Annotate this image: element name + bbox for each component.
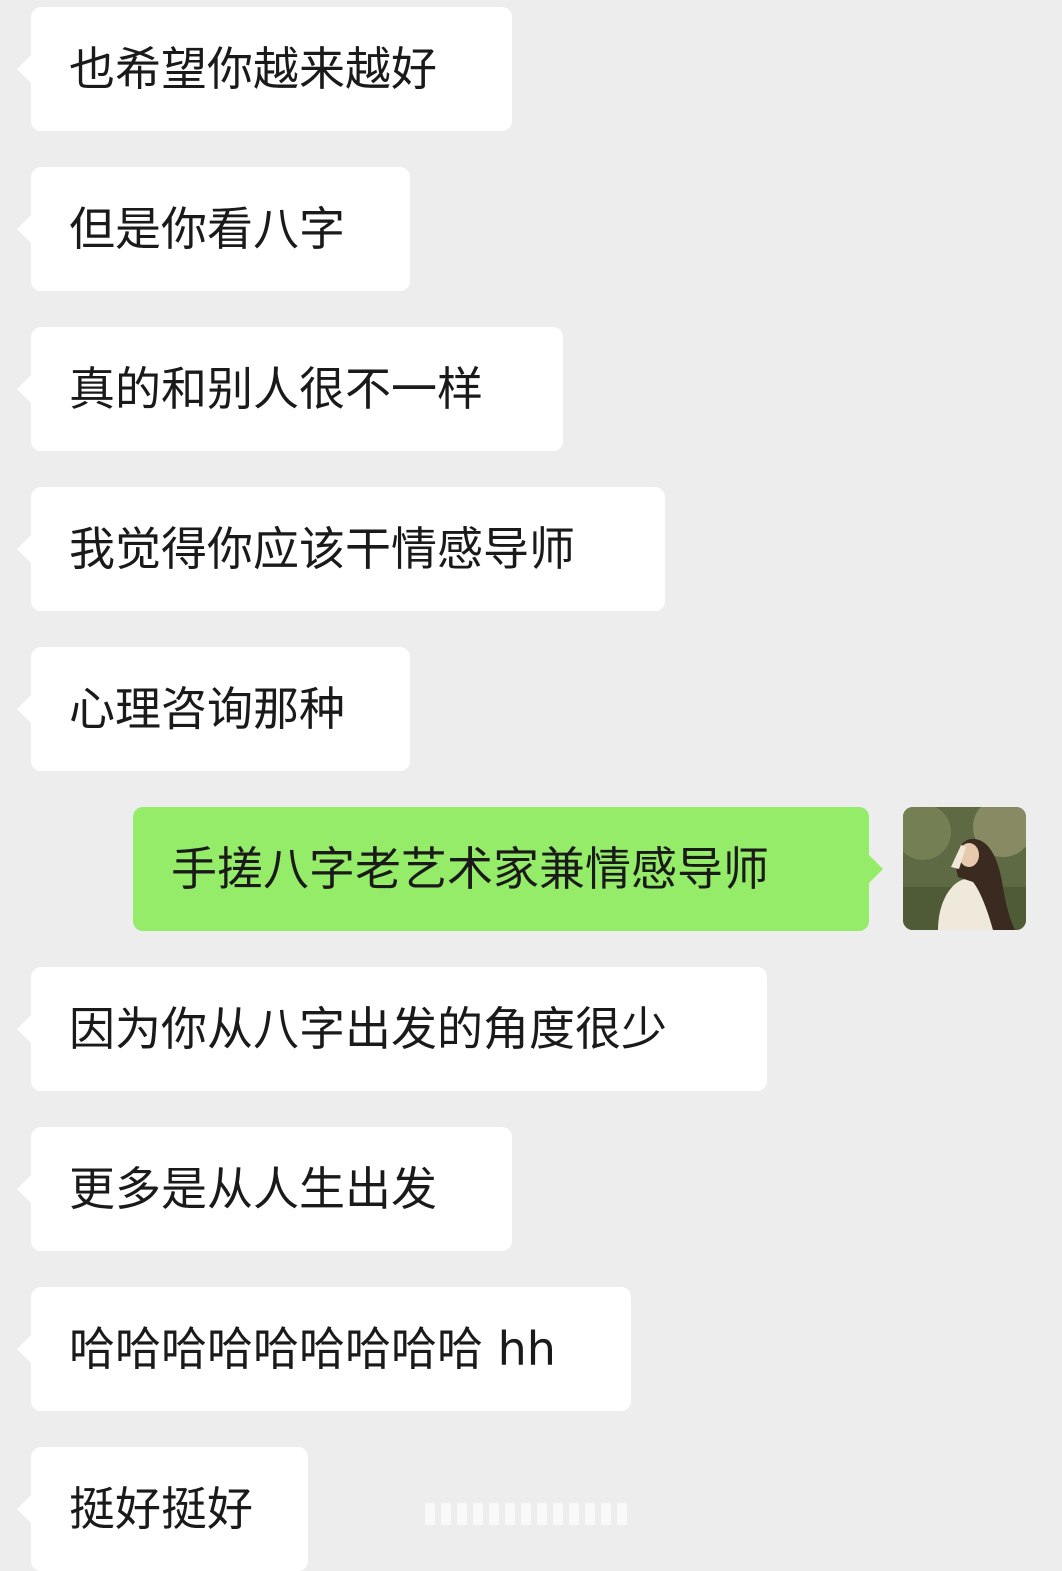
message-text: 心理咨询那种 — [69, 682, 345, 736]
avatar-photo-icon — [903, 807, 1026, 930]
message-text: 哈哈哈哈哈哈哈哈哈 hh — [69, 1322, 556, 1376]
message-bubble-outgoing[interactable]: 手搓八字老艺术家兼情感导师 — [133, 807, 883, 931]
message-text: 我觉得你应该干情感导师 — [69, 522, 575, 576]
watermark-icon — [425, 1500, 637, 1528]
user-avatar-icon[interactable] — [903, 807, 1026, 930]
message-text: 也希望你越来越好 — [69, 42, 437, 96]
message-text: 更多是从人生出发 — [69, 1162, 437, 1216]
message-bubble-incoming[interactable]: 但是你看八字 — [17, 167, 410, 291]
message-bubble-incoming[interactable]: 哈哈哈哈哈哈哈哈哈 hh — [17, 1287, 631, 1411]
message-bubble-incoming[interactable]: 挺好挺好 — [17, 1447, 308, 1571]
message-text: 手搓八字老艺术家兼情感导师 — [171, 842, 769, 896]
message-bubble-incoming[interactable]: 也希望你越来越好 — [17, 7, 512, 131]
chat-area[interactable]: 也希望你越来越好 但是你看八字 真的和别人很不一样 我觉得你应该干情感导师 心理… — [0, 0, 1062, 1571]
message-bubble-incoming[interactable]: 心理咨询那种 — [17, 647, 410, 771]
message-text: 挺好挺好 — [69, 1482, 253, 1536]
message-bubble-incoming[interactable]: 更多是从人生出发 — [17, 1127, 512, 1251]
message-bubble-incoming[interactable]: 我觉得你应该干情感导师 — [17, 487, 665, 611]
message-text: 真的和别人很不一样 — [69, 362, 483, 416]
message-text: 但是你看八字 — [69, 202, 345, 256]
message-text: 因为你从八字出发的角度很少 — [69, 1002, 667, 1056]
message-bubble-incoming[interactable]: 真的和别人很不一样 — [17, 327, 563, 451]
message-bubble-incoming[interactable]: 因为你从八字出发的角度很少 — [17, 967, 767, 1091]
